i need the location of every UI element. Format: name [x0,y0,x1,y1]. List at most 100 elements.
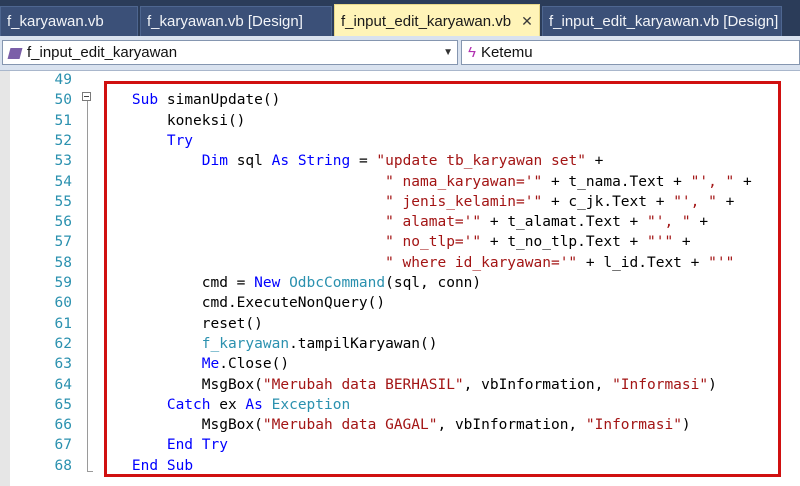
code-keyword: Sub [166,457,194,474]
code-navigation-bar: f_input_edit_karyawan ▼ ϟ Ketemu [0,36,800,71]
line-number: 59 [54,275,72,291]
code-editor[interactable]: 49 50 51 52 53 54 55 56 57 58 59 60 61 62 63 64 65 66 67 68… [0,71,800,486]
code-token: + [585,153,604,170]
tab-label: f_karyawan.vb [Design] [147,13,303,30]
code-line: Catch ex As Exception [97,397,350,413]
tab-f-karyawan-design[interactable]: f_karyawan.vb [Design] [140,6,332,36]
tab-f-input-edit-karyawan-vb[interactable]: f_input_edit_karyawan.vb ✕ [334,4,540,36]
line-number: 63 [54,356,72,373]
outline-bar [87,97,88,471]
line-number: 60 [54,295,72,312]
code-keyword: End [166,437,194,454]
close-tab-icon[interactable]: ✕ [521,13,533,29]
code-string: "'" [647,234,674,251]
code-line: koneksi() [97,113,246,129]
code-token: = [350,153,377,170]
code-token: ) [708,376,717,393]
line-number: 65 [54,396,72,413]
code-token: ex [210,396,246,413]
code-string: "Merubah data GAGAL" [262,417,438,434]
document-tab-strip: f_karyawan.vb f_karyawan.vb [Design] f_i… [0,0,800,36]
code-line: " nama_karyawan='" + t_nama.Text + "', "… [97,174,752,190]
tab-f-input-edit-karyawan-design[interactable]: f_input_edit_karyawan.vb [Design] [542,6,782,36]
code-token: , vbInformation, [463,376,613,393]
event-lightning-icon: ϟ [468,44,476,61]
line-number: 51 [54,112,72,129]
code-string: "', " [690,173,735,190]
code-keyword: Try [166,132,194,149]
line-number: 67 [54,437,72,454]
code-line: reset() [97,316,263,332]
code-token: ) [681,417,691,434]
code-token: + [673,234,691,251]
code-string: "'" [708,254,735,271]
code-keyword: Sub [131,92,159,109]
code-line: Try [97,133,193,149]
code-token: + t_no_tlp.Text + [481,234,647,251]
code-string: "Informasi" [585,417,682,434]
line-number: 52 [54,132,72,149]
line-number: 49 [54,72,72,88]
code-line: End Sub [97,458,193,474]
code-string: "update tb_karyawan set" [376,153,586,170]
line-number: 66 [54,417,72,434]
line-number: 53 [54,153,72,170]
line-number: 56 [54,214,72,231]
code-token: MsgBox( [97,376,263,393]
code-keyword: As [245,396,263,413]
member-selector-dropdown[interactable]: ϟ Ketemu [461,40,800,65]
code-type: Exception [271,396,351,413]
code-token: .tampilKaryawan() [289,335,438,352]
line-number: 54 [54,173,72,190]
tab-label: f_input_edit_karyawan.vb [Design] [549,13,779,30]
line-number: 55 [54,193,72,210]
line-number: 58 [54,254,72,271]
line-number: 57 [54,234,72,251]
code-string: " where id_karyawan='" [385,254,578,271]
collapse-region-icon[interactable] [82,92,91,101]
code-token: cmd = [97,275,255,291]
code-line: Me.Close() [97,356,289,372]
code-line: f_karyawan.tampilKaryawan() [97,335,438,352]
code-line: Sub simanUpdate() [97,92,280,108]
code-string: " no_tlp='" [385,234,482,251]
code-type: f_karyawan [201,335,290,352]
code-keyword: Try [201,437,228,454]
code-string: " alamat='" [385,214,482,231]
code-keyword: Catch [166,396,211,413]
code-token: MsgBox( [97,417,263,434]
code-keyword: New [254,275,281,291]
class-icon [7,47,23,59]
tab-label: f_karyawan.vb [7,13,104,30]
tab-label: f_input_edit_karyawan.vb [341,13,512,30]
code-string: "Informasi" [612,376,709,393]
code-string: "', " [673,193,717,210]
code-string: "Merubah data BERHASIL" [262,376,464,393]
code-token: reset() [97,315,263,332]
code-token: simanUpdate() [158,92,281,109]
code-token: .Close() [219,356,290,373]
tab-f-karyawan-vb[interactable]: f_karyawan.vb [0,6,138,36]
class-selector-dropdown[interactable]: f_input_edit_karyawan ▼ [2,40,458,65]
code-string: " nama_karyawan='" [385,173,543,190]
code-line: " where id_karyawan='" + l_id.Text + "'" [97,255,734,271]
code-token: cmd.ExecuteNonQuery() [97,295,386,312]
member-selector-value: Ketemu [480,44,533,61]
code-token: + [734,173,752,190]
code-token: (sql, conn) [385,275,482,291]
code-line: " no_tlp='" + t_no_tlp.Text + "'" + [97,234,691,250]
code-keyword: End [131,457,159,474]
dropdown-arrow-icon[interactable]: ▼ [443,41,453,64]
